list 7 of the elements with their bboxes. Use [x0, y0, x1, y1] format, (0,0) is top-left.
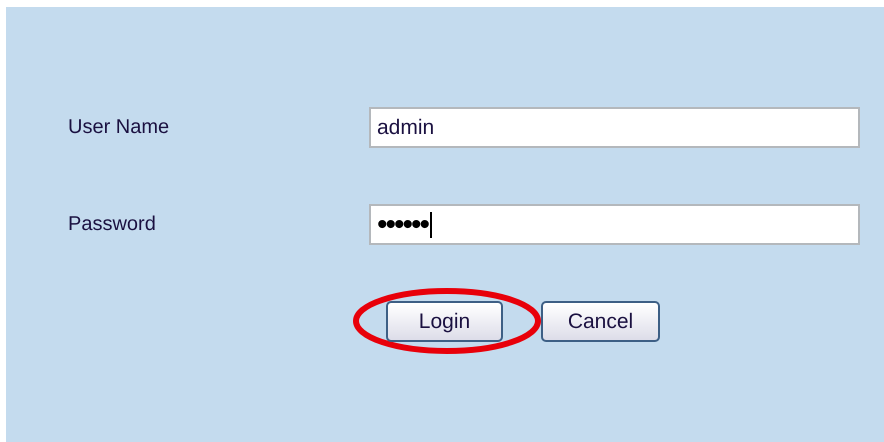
input-field[interactable]: admin [369, 107, 860, 148]
text-caret [430, 212, 432, 238]
input-field[interactable]: •••••• [369, 204, 860, 245]
field-label: User Name [68, 116, 170, 139]
form-button[interactable]: Cancel [541, 301, 660, 342]
field-label: Password [68, 213, 157, 236]
form-button[interactable]: Login [386, 301, 503, 342]
